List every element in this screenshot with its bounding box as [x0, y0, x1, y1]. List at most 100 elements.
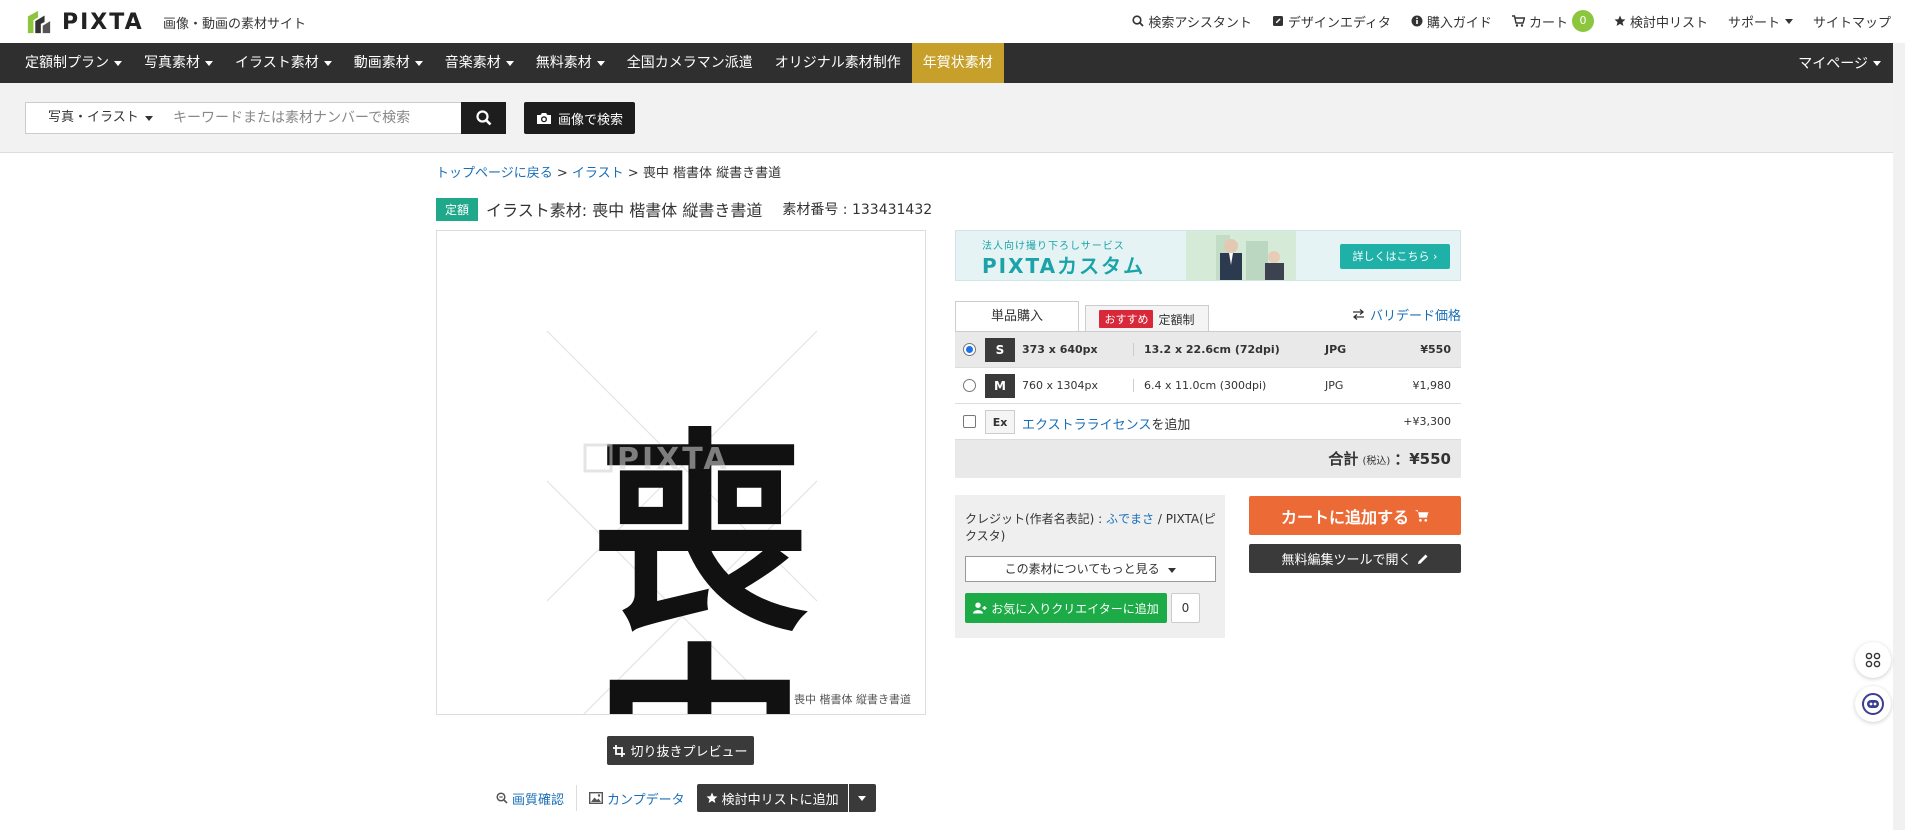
app-grid-floating-button[interactable] [1855, 642, 1891, 678]
banner-details-button[interactable]: 詳しくはこちら › [1340, 244, 1450, 269]
support-menu[interactable]: サポート [1728, 12, 1793, 31]
nav-item-videos[interactable]: 動画素材 [343, 43, 434, 83]
add-favorite-creator-button[interactable]: お気に入りクリエイターに追加 [965, 593, 1167, 623]
size-s-radio[interactable] [963, 343, 976, 356]
chatbot-floating-button[interactable] [1855, 686, 1891, 722]
quality-check-link[interactable]: 画質確認 [496, 789, 564, 808]
author-link[interactable]: ふでまさ [1106, 512, 1154, 526]
category-value: 写真・イラスト [48, 110, 139, 125]
bulk-price-link[interactable]: バリデード価格 [1352, 305, 1461, 324]
search-button[interactable] [461, 102, 506, 134]
size-badge: S [985, 338, 1015, 362]
nav-item-original-production[interactable]: オリジナル素材制作 [764, 43, 912, 83]
mypage-menu[interactable]: マイページ [1798, 43, 1881, 83]
nav-label: 全国カメラマン派遣 [626, 55, 753, 71]
pixta-logo-icon [27, 10, 51, 34]
favorite-label: お気に入りクリエイターに追加 [991, 601, 1159, 616]
link-label: 購入ガイド [1426, 15, 1492, 31]
preview-caption: 喪中 楷書体 縦書き書道 [794, 693, 911, 706]
nav-label: 音楽素材 [444, 55, 501, 71]
search-icon [475, 110, 491, 126]
chevron-down-icon [1873, 60, 1881, 66]
image-search-button[interactable]: 画像で検索 [524, 102, 635, 134]
nav-item-illustrations[interactable]: イラスト素材 [224, 43, 343, 83]
crop-preview-button[interactable]: 切り抜きプレビュー [607, 736, 754, 765]
star-icon [706, 792, 718, 803]
favorite-count: 0 [1171, 593, 1200, 623]
design-editor-link[interactable]: デザインエディタ [1272, 12, 1391, 31]
chevron-down-icon [323, 60, 332, 66]
nav-label: オリジナル素材制作 [774, 55, 901, 71]
extra-license-checkbox[interactable] [963, 415, 976, 428]
free-edit-tool-button[interactable]: 無料編集ツールで開く [1249, 544, 1461, 573]
scrollbar[interactable] [1893, 43, 1905, 830]
price-row-s[interactable]: S 373 x 640px 13.2 x 22.6cm (72dpi) JPG … [955, 332, 1461, 368]
pixta-logo[interactable]: PIXTA [24, 9, 144, 35]
price: ¥1,980 [1412, 379, 1452, 392]
nav-item-free[interactable]: 無料素材 [525, 43, 616, 83]
breadcrumb-sep: > [623, 166, 643, 181]
breadcrumb-category[interactable]: イラスト [572, 166, 624, 181]
size-badge: Ex [985, 410, 1015, 434]
nav-item-photos[interactable]: 写真素材 [133, 43, 224, 83]
edit-square-icon [1272, 16, 1283, 26]
more-label: この素材についてもっと見る [1004, 562, 1160, 576]
nav-item-new-year-cards[interactable]: 年賀状素材 [911, 43, 1004, 83]
image-preview[interactable]: 喪中 PIXTA 喪中 楷書体 縦書き書道 [436, 230, 926, 715]
pencil-icon [1417, 554, 1427, 564]
nav-label: 年賀状素材 [922, 55, 993, 71]
more-about-item-button[interactable]: この素材についてもっと見る [965, 556, 1216, 582]
bulk-price-label: バリデード価格 [1369, 309, 1461, 324]
print-size: 13.2 x 22.6cm (72dpi) [1133, 343, 1280, 356]
price-row-m[interactable]: M 760 x 1304px 6.4 x 11.0cm (300dpi) JPG… [955, 368, 1461, 404]
divider [576, 785, 578, 811]
mypage-label: マイページ [1798, 56, 1868, 72]
nav-label: イラスト素材 [235, 55, 319, 71]
search-category-select[interactable]: 写真・イラスト [25, 102, 164, 134]
tab-subscription[interactable]: おすすめ 定額制 [1085, 305, 1209, 332]
top-header: PIXTA 画像・動画の素材サイト 検索アシスタント デザインエディタ 購入ガイ… [0, 0, 1905, 43]
chevron-down-icon [505, 60, 514, 66]
crop-preview-label: 切り抜きプレビュー [630, 745, 748, 760]
purchase-guide-link[interactable]: 購入ガイド [1411, 12, 1492, 31]
nav-item-music[interactable]: 音楽素材 [434, 43, 525, 83]
chevron-down-icon [414, 60, 423, 66]
nav-label: 定額制プラン [25, 55, 109, 71]
wishlist-dropdown-button[interactable] [848, 784, 876, 812]
breadcrumb: トップページに戻る > イラスト > 喪中 楷書体 縦書き書道 [436, 162, 781, 181]
add-to-cart-button[interactable]: カートに追加する [1249, 496, 1461, 535]
breadcrumb-home[interactable]: トップページに戻る [436, 166, 553, 181]
extra-license-link[interactable]: エクストラライセンス [1022, 418, 1151, 433]
search-assistant-link[interactable]: 検索アシスタント [1132, 12, 1252, 31]
site-tagline: 画像・動画の素材サイト [163, 17, 307, 32]
size-m-radio[interactable] [963, 379, 976, 392]
add-to-wishlist-button[interactable]: 検討中リストに追加 [696, 784, 848, 812]
banner-title: PIXTAカスタム [982, 254, 1146, 278]
nav-item-subscription[interactable]: 定額制プラン [14, 43, 133, 83]
sitemap-link[interactable]: サイトマップ [1813, 12, 1891, 31]
nav-label: 動画素材 [353, 55, 410, 71]
comp-data-label: カンプデータ [607, 792, 685, 808]
credit-box: クレジット(作者名表記) : ふでまさ / PIXTA(ピクスタ) この素材につ… [955, 495, 1225, 638]
search-input[interactable]: キーワードまたは素材ナンバーで検索 [163, 102, 462, 134]
price: ¥550 [1420, 343, 1451, 356]
cart-link[interactable]: カート 0 [1511, 10, 1594, 32]
link-label: 検討中リスト [1629, 15, 1708, 31]
file-format: JPG [1325, 343, 1347, 356]
comp-data-link[interactable]: カンプデータ [589, 789, 685, 808]
pixel-size: 373 x 640px [1022, 343, 1098, 356]
tab-single-purchase[interactable]: 単品購入 [955, 301, 1079, 332]
wishlist-link[interactable]: 検討中リスト [1614, 12, 1708, 31]
crop-icon [613, 744, 626, 757]
quality-check-label: 画質確認 [512, 792, 565, 808]
plan-tag-badge: 定額 [436, 197, 479, 221]
logo-text: PIXTA [62, 9, 144, 35]
chevron-down-icon [858, 795, 867, 801]
chevron-down-icon [114, 60, 122, 66]
image-search-label: 画像で検索 [557, 112, 623, 128]
chevron-down-icon [205, 60, 213, 66]
main-nav: 定額制プラン 写真素材 イラスト素材 動画素材 音楽素材 無料素材 全国カメラマ… [0, 43, 1905, 83]
watermark-text: PIXTA [617, 442, 730, 477]
pixta-custom-banner[interactable]: 法人向け撮り下ろしサービス PIXTAカスタム 詳しくはこちら › [955, 230, 1461, 281]
nav-item-photographer-dispatch[interactable]: 全国カメラマン派遣 [616, 43, 764, 83]
